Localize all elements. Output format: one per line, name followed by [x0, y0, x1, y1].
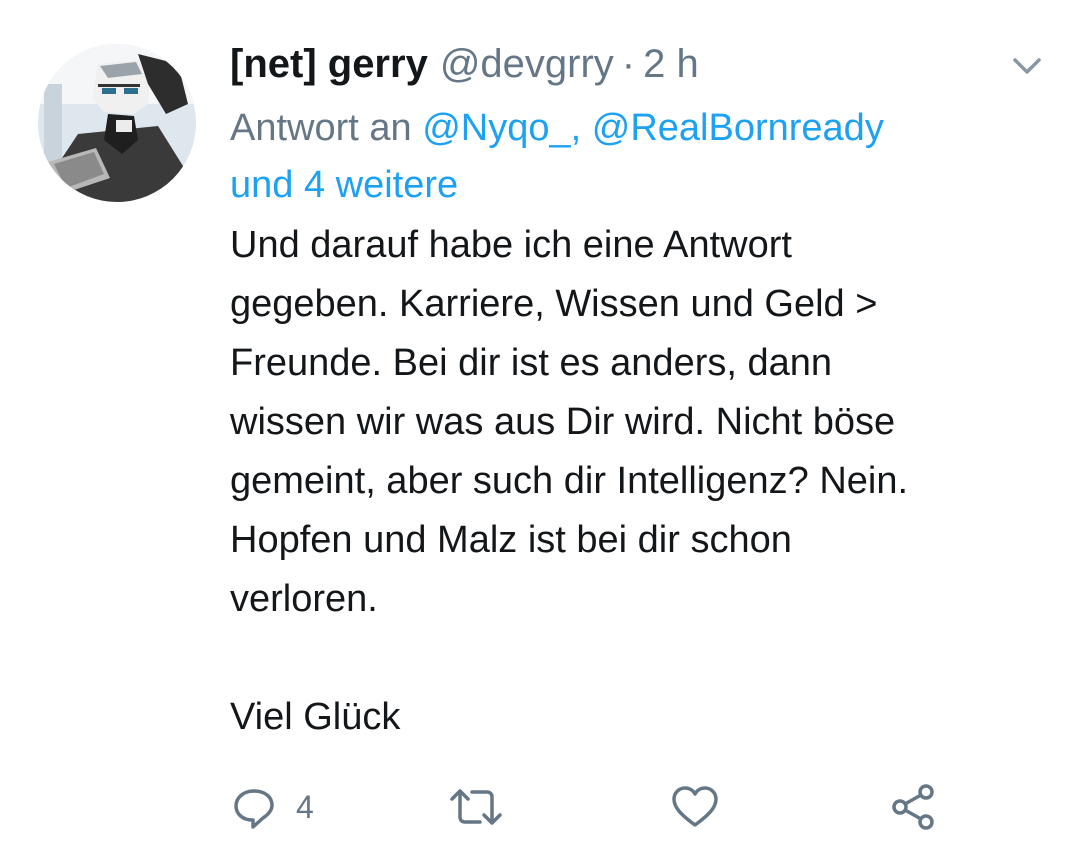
tweet-text: Und darauf habe ich eine Antwort gegeben… — [230, 224, 909, 738]
display-name[interactable]: [net] gerry — [230, 42, 428, 87]
mention-nyqo[interactable]: @Nyqo_, — [422, 107, 581, 149]
reply-icon — [234, 789, 274, 829]
tweet: [net] gerry @devgrry · 2 h Antwort an @N… — [0, 0, 1078, 860]
like-button[interactable] — [670, 782, 720, 832]
avatar[interactable] — [38, 44, 196, 202]
retweet-button[interactable] — [448, 782, 504, 832]
chevron-down-icon[interactable] — [1005, 50, 1049, 80]
mention-realbornready[interactable]: @RealBornready — [592, 107, 884, 149]
like-icon — [672, 786, 718, 827]
reply-count: 4 — [296, 788, 314, 825]
reply-context: Antwort an @Nyqo_, @RealBornready und 4 … — [230, 100, 1030, 214]
tweet-actions: 4 — [230, 782, 990, 832]
reply-prefix: Antwort an — [230, 107, 423, 149]
retweet-icon — [450, 789, 502, 825]
share-button[interactable] — [888, 782, 938, 832]
more-mentions-link[interactable]: und 4 weitere — [230, 164, 458, 206]
user-handle[interactable]: @devgrry — [440, 42, 614, 87]
timestamp[interactable]: 2 h — [643, 42, 699, 87]
share-icon — [892, 784, 934, 830]
avatar-image — [38, 44, 196, 202]
reply-button[interactable]: 4 — [230, 782, 314, 832]
tweet-content: [net] gerry @devgrry · 2 h Antwort an @N… — [230, 34, 1030, 747]
separator-dot: · — [621, 41, 636, 86]
tweet-header: [net] gerry @devgrry · 2 h — [230, 34, 1030, 94]
